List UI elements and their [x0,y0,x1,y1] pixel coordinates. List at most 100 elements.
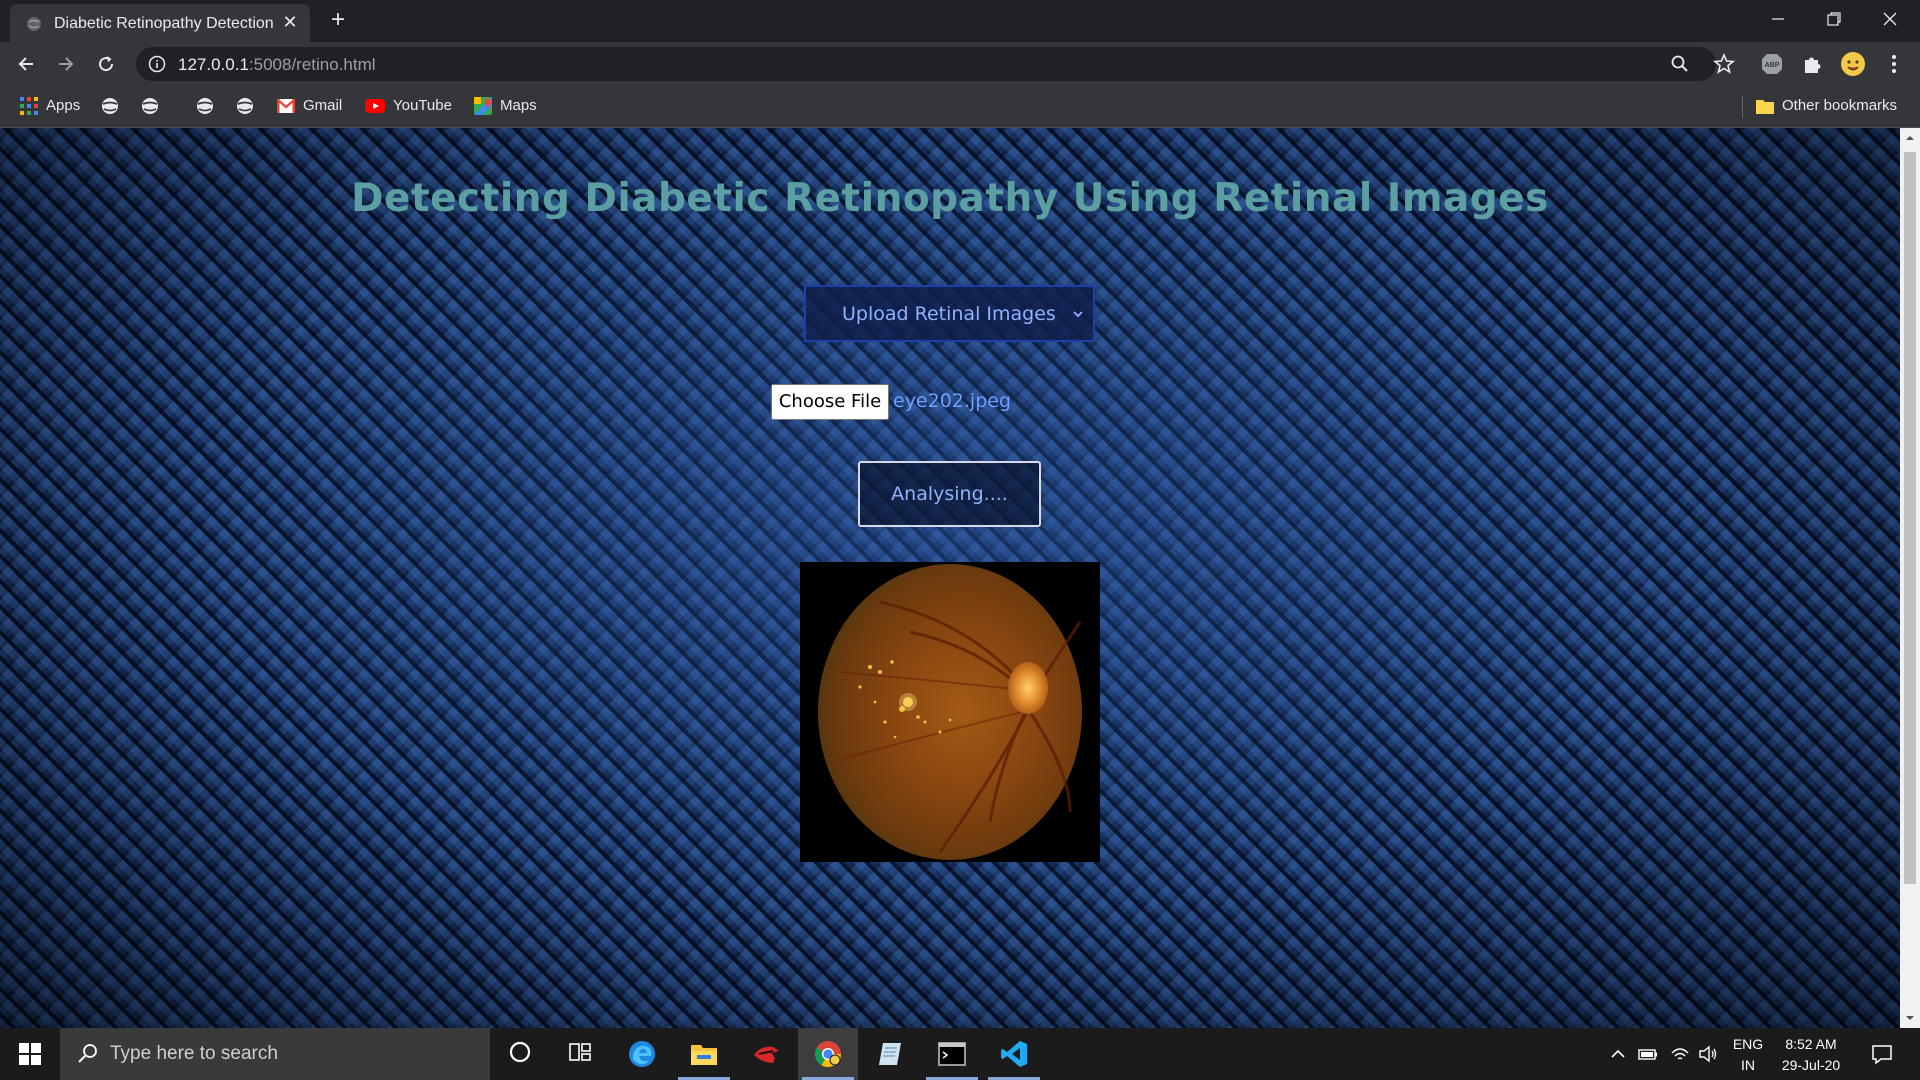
minimize-button[interactable] [1748,0,1808,40]
start-button[interactable] [0,1028,60,1080]
taskbar-vscode[interactable] [984,1028,1044,1080]
app-red-icon [754,1046,779,1063]
bookmarks-bar: Apps Gmail YouTube Maps Other bookmarks [0,86,1920,128]
arrow-left-icon [18,57,33,71]
globe-icon [197,98,213,115]
url-host: 127.0.0.1 [178,55,249,74]
clock-time[interactable]: 8:52 AM [1774,1036,1848,1052]
taskbar-file-explorer[interactable] [674,1028,734,1080]
notepad-icon [879,1043,901,1065]
notification-center-icon[interactable] [1870,1042,1894,1066]
adblock-extension-icon[interactable]: ABP [1760,52,1784,76]
region-indicator[interactable]: IN [1730,1057,1766,1073]
tab-title: Diabetic Retinopathy Detection [54,15,274,32]
vscode-icon [1001,1041,1027,1067]
taskbar-app-red[interactable] [736,1028,796,1080]
taskbar-app-notepad[interactable] [860,1028,920,1080]
arrow-right-icon [59,57,74,71]
choose-file-button[interactable]: Choose File [771,384,889,420]
url-path: :5008/retino.html [248,55,376,74]
globe-icon [102,98,118,115]
cortana-circle-icon [509,1041,531,1063]
bookmark-globe-2[interactable] [141,94,167,118]
forward-button[interactable] [52,50,80,78]
zoom-icon[interactable] [1670,54,1690,74]
star-bookmark-icon[interactable] [1712,52,1736,76]
bookmark-maps-label: Maps [500,97,537,114]
address-bar[interactable]: 127.0.0.1:5008/retino.html [136,47,1716,81]
menu-kebab-icon[interactable] [1882,52,1906,76]
tab-retinopathy[interactable]: Diabetic Retinopathy Detection ✕ [10,4,310,42]
upload-select-label: Upload Retinal Images [842,303,1056,325]
svg-text:ABP: ABP [1765,62,1780,69]
reload-icon [99,56,114,72]
browser-toolbar: 127.0.0.1:5008/retino.html ABP [0,42,1920,86]
bookmark-globe-1[interactable] [101,94,127,118]
restore-button[interactable] [1804,0,1864,40]
taskbar-terminal[interactable] [922,1028,982,1080]
folder-icon [691,1045,717,1065]
bookmark-youtube[interactable]: YouTube [365,94,452,118]
taskbar: Type here to search ENG IN 8:52 AM 29-Ju… [0,1028,1920,1080]
task-view-icon [569,1043,591,1061]
taskbar-edge[interactable] [612,1028,672,1080]
page-title: Detecting Diabetic Retinopathy Using Ret… [351,176,1549,221]
selected-file-name: eye202.jpeg [893,390,1012,412]
show-hidden-icons-chevron-icon[interactable] [1608,1044,1628,1064]
globe-icon [27,17,41,31]
wifi-icon[interactable] [1670,1044,1690,1064]
reload-button[interactable] [92,50,120,78]
folder-icon [1756,100,1774,115]
scroll-up-arrow-icon[interactable] [1904,132,1916,144]
profile-avatar-icon[interactable] [1840,51,1866,77]
vertical-scrollbar[interactable] [1900,128,1920,1028]
other-bookmarks-label: Other bookmarks [1782,97,1898,114]
scroll-down-arrow-icon[interactable] [1904,1012,1916,1024]
upload-retinal-images-select[interactable]: Upload Retinal Images [804,285,1095,342]
bookmark-maps[interactable]: Maps [474,94,537,118]
back-button[interactable] [12,50,40,78]
maps-icon [474,97,492,116]
chevron-down-icon [1073,311,1083,318]
page-viewport: Detecting Diabetic Retinopathy Using Ret… [0,128,1900,1028]
gmail-icon [277,99,295,114]
bookmark-other-folder[interactable]: Other bookmarks [1756,94,1897,118]
scrollbar-thumb[interactable] [1904,152,1916,884]
language-indicator[interactable]: ENG [1730,1036,1766,1052]
close-window-button[interactable] [1860,0,1920,40]
info-icon[interactable] [148,55,166,73]
apps-grid-icon [20,97,38,116]
task-view-button[interactable] [550,1028,610,1080]
bookmark-globe-4[interactable] [236,94,262,118]
chrome-icon [814,1041,842,1068]
taskbar-search-placeholder: Type here to search [110,1043,278,1064]
volume-icon[interactable] [1698,1044,1718,1064]
taskbar-search-box[interactable]: Type here to search [60,1028,490,1080]
bookmark-apps-label: Apps [46,97,81,114]
windows-logo-icon [19,1043,41,1065]
cortana-button[interactable] [490,1028,550,1080]
bookmarks-separator [1742,96,1743,118]
retinal-image-preview [800,562,1100,862]
edge-icon [629,1041,655,1067]
clock-date[interactable]: 29-Jul-20 [1774,1057,1848,1073]
youtube-icon [365,99,385,114]
globe-icon [237,98,253,115]
tab-strip: Diabetic Retinopathy Detection ✕ + [0,0,1920,42]
bookmark-apps[interactable]: Apps [20,94,80,118]
url-text[interactable]: 127.0.0.1:5008/retino.html [178,55,376,75]
bookmark-youtube-label: YouTube [393,97,452,114]
battery-icon[interactable] [1638,1044,1658,1064]
tab-close-icon[interactable]: ✕ [280,12,300,32]
extensions-puzzle-icon[interactable] [1800,52,1824,76]
search-icon [78,1044,97,1063]
bookmark-gmail[interactable]: Gmail [277,94,342,118]
terminal-icon [938,1042,966,1066]
analyse-button[interactable]: Analysing.... [858,461,1041,527]
retina-fundus-image [800,562,1100,862]
taskbar-chrome[interactable] [798,1028,858,1080]
new-tab-button[interactable]: + [326,8,350,32]
globe-icon [142,98,158,115]
bookmark-globe-3[interactable] [196,94,222,118]
bookmark-gmail-label: Gmail [303,97,343,114]
